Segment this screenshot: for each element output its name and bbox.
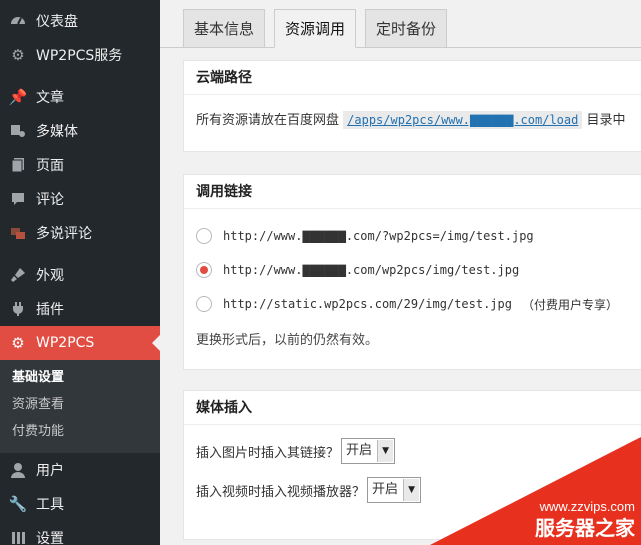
comment-icon	[9, 190, 27, 208]
video-insert-value: 开启	[372, 482, 399, 497]
call-link-url: http://static.wp2pcs.com/29/img/test.jpg	[223, 297, 512, 311]
radio-button[interactable]	[196, 296, 212, 312]
image-insert-value: 开启	[346, 443, 373, 458]
chevron-down-icon: ▼	[403, 479, 420, 501]
menu-wp2pcs-label: WP2PCS	[36, 335, 95, 351]
media-icon	[9, 122, 27, 140]
watermark-name: 服务器之家	[535, 516, 636, 540]
menu-wp2pcs[interactable]: ⚙ WP2PCS	[0, 326, 160, 360]
menu-dashboard-label: 仪表盘	[36, 14, 78, 30]
radio-button-checked[interactable]	[196, 262, 212, 278]
menu-pages[interactable]: 页面	[0, 148, 160, 182]
plugin-icon	[9, 300, 27, 318]
call-link-option[interactable]: http://www.▇▇▇▇▇▇.com/wp2pcs/img/test.jp…	[196, 253, 640, 287]
tab-scheduled-backup[interactable]: 定时备份	[365, 9, 448, 47]
call-link-note: （付费用户专享）	[521, 297, 618, 312]
cloud-path-panel: 云端路径 所有资源请放在百度网盘 /apps/wp2pcs/www.▇▇▇▇▇▇…	[183, 60, 641, 152]
call-link-option[interactable]: http://www.▇▇▇▇▇▇.com/?wp2pcs=/img/test.…	[196, 219, 640, 253]
call-link-url: http://www.▇▇▇▇▇▇.com/?wp2pcs=/img/test.…	[223, 229, 534, 243]
menu-appearance-label: 外观	[36, 268, 64, 284]
menu-media[interactable]: 多媒体	[0, 114, 160, 148]
image-insert-label: 插入图片时插入其链接？	[196, 445, 340, 461]
gear-icon: ⚙	[11, 334, 25, 352]
duoshuo-icon	[9, 224, 27, 242]
menu-plugins[interactable]: 插件	[0, 292, 160, 326]
cloud-path-line: 所有资源请放在百度网盘 /apps/wp2pcs/www.▇▇▇▇▇▇.com/…	[196, 95, 640, 129]
menu-duoshuo-label: 多说评论	[36, 226, 92, 242]
menu-comments-label: 评论	[36, 192, 64, 208]
tab-basic-info[interactable]: 基本信息	[183, 9, 266, 47]
menu-duoshuo[interactable]: 多说评论	[0, 216, 160, 250]
video-insert-label: 插入视频时插入视频播放器？	[196, 484, 366, 500]
submenu-paid-features[interactable]: 付费功能	[0, 418, 160, 445]
media-insert-title: 媒体插入	[184, 391, 641, 425]
menu-appearance[interactable]: 外观	[0, 258, 160, 292]
call-link-url: http://www.▇▇▇▇▇▇.com/wp2pcs/img/test.jp…	[223, 263, 520, 277]
cloud-path-prefix: 所有资源请放在百度网盘	[196, 113, 340, 128]
submenu-resource-view[interactable]: 资源查看	[0, 391, 160, 418]
menu-users[interactable]: 用户	[0, 453, 160, 487]
watermark-url: www.zzvips.com	[539, 499, 635, 514]
call-link-option[interactable]: http://static.wp2pcs.com/29/img/test.jpg…	[196, 287, 640, 321]
image-insert-select[interactable]: 开启 ▼	[341, 438, 396, 464]
menu-posts-label: 文章	[36, 90, 64, 106]
admin-sidebar: 仪表盘 ⚙ WP2PCS服务 📌 文章 多媒体 页面 评论 多说评论 外观 插件…	[0, 0, 160, 545]
wp2pcs-submenu: 基础设置 资源查看 付费功能	[0, 360, 160, 453]
gear-icon: ⚙	[11, 46, 25, 64]
video-insert-select[interactable]: 开启 ▼	[367, 477, 422, 503]
pin-icon: 📌	[8, 88, 28, 106]
menu-comments[interactable]: 评论	[0, 182, 160, 216]
tab-resource-call[interactable]: 资源调用	[274, 9, 357, 48]
brush-icon	[9, 266, 27, 284]
tab-bar: 基本信息 资源调用 定时备份	[183, 9, 456, 48]
watermark-logo: www.zzvips.com 服务器之家	[430, 437, 641, 545]
cloud-path-title: 云端路径	[184, 61, 641, 95]
dashboard-icon	[9, 12, 27, 30]
menu-plugins-label: 插件	[36, 302, 64, 318]
menu-tools[interactable]: 🔧 工具	[0, 487, 160, 521]
wrench-icon: 🔧	[8, 495, 28, 513]
user-icon	[9, 461, 27, 479]
menu-wp2pcs-service[interactable]: ⚙ WP2PCS服务	[0, 38, 160, 72]
menu-settings[interactable]: 设置	[0, 521, 160, 545]
menu-media-label: 多媒体	[36, 124, 78, 140]
menu-pages-label: 页面	[36, 158, 64, 174]
radio-button[interactable]	[196, 228, 212, 244]
menu-posts[interactable]: 📌 文章	[0, 80, 160, 114]
cloud-path-link[interactable]: /apps/wp2pcs/www.▇▇▇▇▇▇.com/load	[343, 111, 583, 129]
menu-settings-label: 设置	[36, 531, 64, 545]
cloud-path-suffix: 目录中	[586, 113, 626, 128]
page-icon	[9, 156, 27, 174]
menu-dashboard[interactable]: 仪表盘	[0, 4, 160, 38]
call-link-hint: 更换形式后，以前的仍然有效。	[196, 333, 379, 348]
call-link-panel: 调用链接 http://www.▇▇▇▇▇▇.com/?wp2pcs=/img/…	[183, 174, 641, 370]
call-link-title: 调用链接	[184, 175, 641, 209]
chevron-down-icon: ▼	[377, 440, 394, 462]
menu-users-label: 用户	[36, 463, 64, 479]
submenu-basic-settings[interactable]: 基础设置	[0, 364, 160, 391]
menu-tools-label: 工具	[36, 497, 64, 513]
settings-icon	[9, 529, 27, 545]
menu-wp2pcs-service-label: WP2PCS服务	[36, 48, 123, 64]
